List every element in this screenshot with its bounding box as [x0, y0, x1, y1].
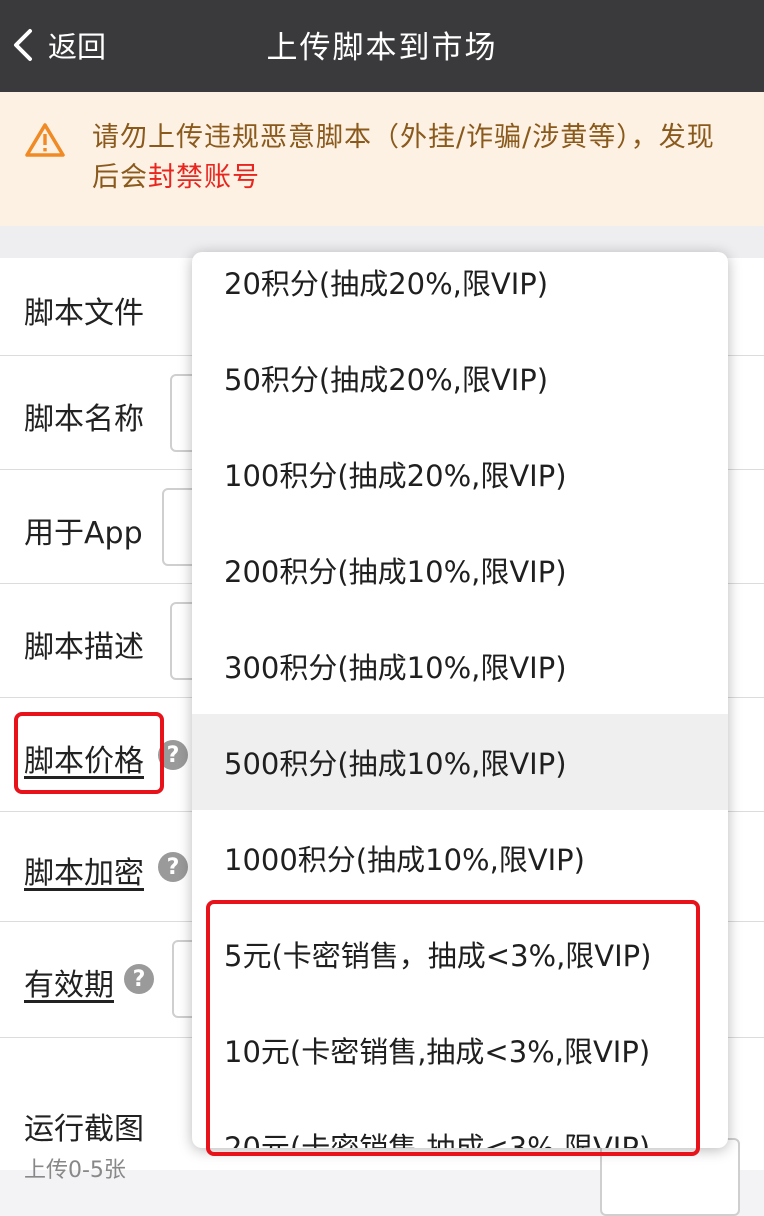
script-file-label: 脚本文件: [24, 296, 144, 331]
price-dropdown[interactable]: 20积分(抽成20%,限VIP) 50积分(抽成20%,限VIP) 100积分(…: [192, 252, 728, 1148]
description-label: 脚本描述: [24, 630, 144, 665]
validity-label[interactable]: 有效期: [24, 960, 114, 1004]
price-option[interactable]: 20元(卡密销售,抽成<3%,限VIP): [192, 1098, 728, 1148]
price-option[interactable]: 20积分(抽成20%,限VIP): [192, 252, 728, 330]
encryption-label[interactable]: 脚本加密: [24, 848, 144, 892]
screenshots-sublabel: 上传0-5张: [24, 1158, 126, 1183]
warning-text: 请勿上传违规恶意脚本（外挂/诈骗/涉黄等），发现后会封禁账号: [92, 118, 722, 198]
price-option-selected[interactable]: 500积分(抽成10%,限VIP): [192, 714, 728, 810]
price-option[interactable]: 50积分(抽成20%,限VIP): [192, 330, 728, 426]
price-label[interactable]: 脚本价格: [24, 736, 144, 780]
screenshot-upload-box[interactable]: [600, 1138, 740, 1216]
app-label: 用于App: [24, 516, 143, 551]
price-option[interactable]: 10元(卡密销售,抽成<3%,限VIP): [192, 1002, 728, 1098]
script-name-label: 脚本名称: [24, 402, 144, 437]
validity-help-icon[interactable]: ?: [124, 964, 154, 994]
price-option[interactable]: 1000积分(抽成10%,限VIP): [192, 810, 728, 906]
price-option[interactable]: 5元(卡密销售，抽成<3%,限VIP): [192, 906, 728, 1002]
warning-triangle-icon: [25, 123, 65, 157]
price-option[interactable]: 300积分(抽成10%,限VIP): [192, 618, 728, 714]
warning-text-highlight: 封禁账号: [148, 162, 260, 193]
encryption-help-icon[interactable]: ?: [158, 852, 188, 882]
screenshots-label: 运行截图: [24, 1112, 144, 1147]
price-option[interactable]: 200积分(抽成10%,限VIP): [192, 522, 728, 618]
price-help-icon[interactable]: ?: [158, 740, 188, 770]
page-title: 上传脚本到市场: [266, 30, 498, 66]
price-option[interactable]: 100积分(抽成20%,限VIP): [192, 426, 728, 522]
nav-bar: 返回 上传脚本到市场: [0, 0, 764, 92]
